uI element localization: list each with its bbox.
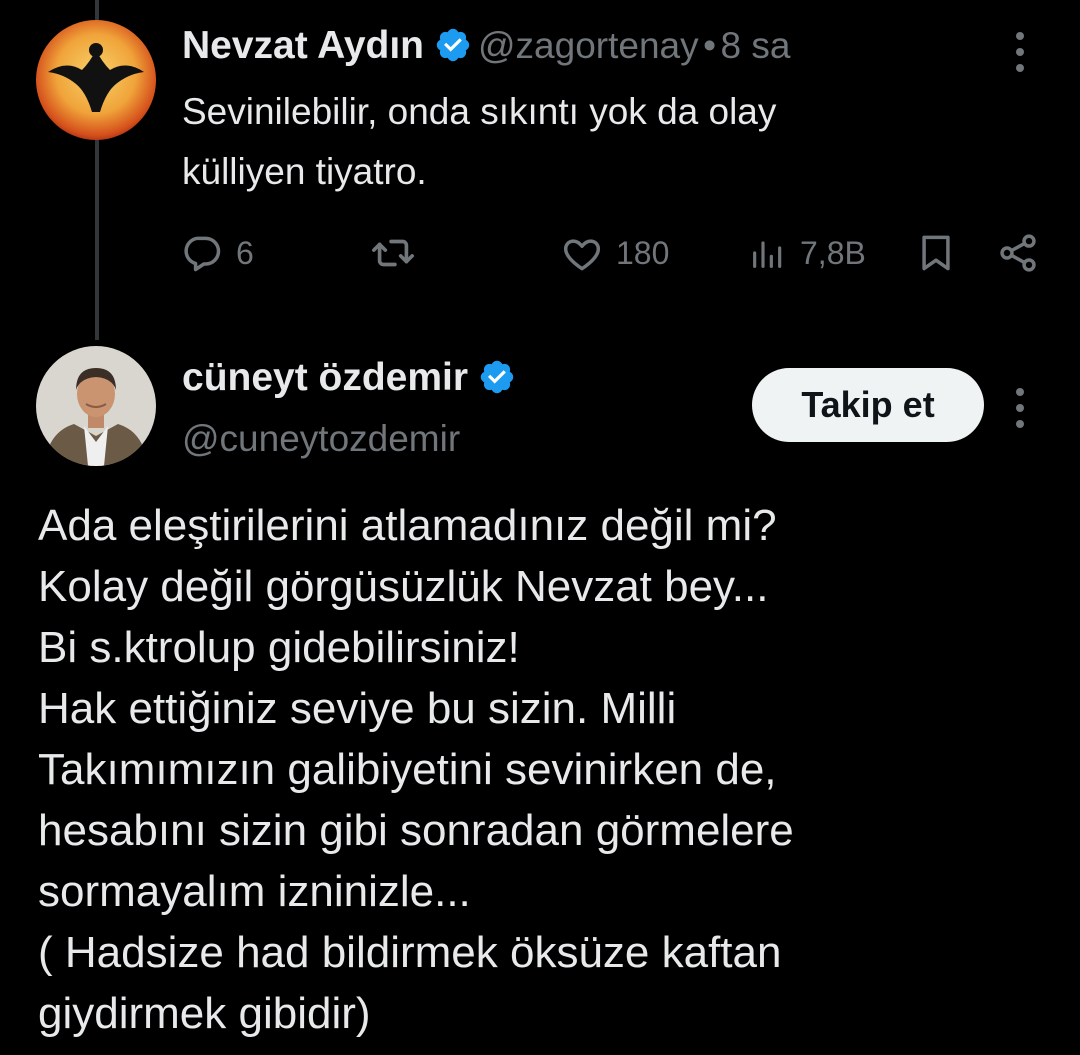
avatar[interactable] bbox=[36, 20, 156, 140]
separator-dot: • bbox=[703, 25, 717, 66]
like-button[interactable]: 180 bbox=[560, 225, 669, 281]
tweet-actions: 6 180 7,8B bbox=[180, 225, 1060, 281]
retweet-button[interactable] bbox=[370, 225, 428, 281]
avatar-image-nevzat bbox=[36, 20, 156, 140]
reply-count: 6 bbox=[236, 234, 254, 271]
follow-button[interactable]: Takip et bbox=[752, 368, 984, 442]
tweet-time[interactable]: 8 sa bbox=[721, 25, 791, 66]
author-name[interactable]: Nevzat Aydın bbox=[182, 24, 424, 67]
share-button[interactable] bbox=[996, 225, 1040, 281]
bookmark-button[interactable] bbox=[914, 225, 958, 281]
author-name[interactable]: cüneyt özdemir bbox=[182, 356, 468, 399]
author-row: cüneyt özdemir bbox=[182, 356, 522, 400]
more-icon[interactable] bbox=[1016, 388, 1028, 436]
tweet-header: Nevzat Aydın @zagortenay • 8 sa bbox=[182, 24, 790, 68]
like-count: 180 bbox=[616, 234, 670, 271]
views-button[interactable]: 7,8B bbox=[748, 225, 866, 281]
tweet-text: Sevinilebilir, onda sıkıntı yok da olay … bbox=[182, 91, 777, 192]
like-icon bbox=[560, 231, 604, 275]
views-icon bbox=[748, 233, 788, 273]
avatar-image-cuneyt bbox=[36, 346, 156, 466]
more-icon[interactable] bbox=[1016, 32, 1028, 80]
retweet-icon bbox=[370, 230, 416, 276]
author-handle[interactable]: @cuneytozdemir bbox=[182, 418, 460, 460]
reply-icon bbox=[180, 231, 224, 275]
verified-icon bbox=[434, 26, 472, 64]
reply-button[interactable]: 6 bbox=[180, 225, 254, 281]
tweet-text: Ada eleştirilerini atlamadınız değil mi?… bbox=[38, 501, 794, 1038]
bookmark-icon bbox=[914, 231, 958, 275]
verified-icon bbox=[478, 358, 516, 396]
view-count: 7,8B bbox=[800, 234, 866, 271]
share-icon bbox=[996, 231, 1040, 275]
author-handle[interactable]: @zagortenay bbox=[478, 25, 699, 66]
avatar[interactable] bbox=[36, 346, 156, 466]
